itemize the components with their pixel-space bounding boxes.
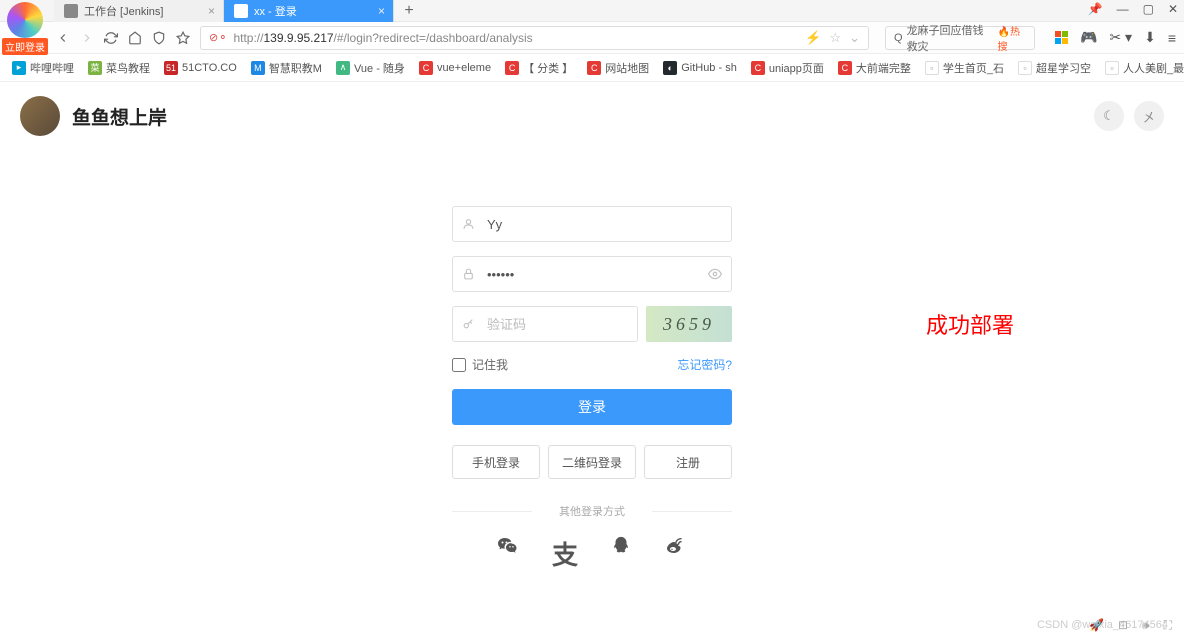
captcha-row: 3659: [452, 306, 732, 342]
bookmark-item[interactable]: 菜菜鸟教程: [84, 58, 154, 78]
new-tab-button[interactable]: +: [394, 0, 424, 22]
user-icon: [462, 218, 475, 231]
forgot-password-link[interactable]: 忘记密码?: [677, 356, 732, 373]
bookmarks-bar: ▸哔哩哔哩 菜菜鸟教程 5151CTO.CО M智慧职教M ∧Vue - 随身 …: [0, 54, 1184, 82]
tab-title: xx - 登录: [254, 3, 297, 19]
bookmark-item[interactable]: C【 分类 】: [501, 58, 577, 78]
phone-login-button[interactable]: 手机登录: [452, 445, 540, 479]
bookmark-item[interactable]: ▫超星学习空: [1014, 58, 1095, 78]
reload-icon[interactable]: [104, 31, 118, 45]
bookmark-item[interactable]: ▸哔哩哔哩: [8, 58, 78, 78]
remember-checkbox-label[interactable]: 记住我: [452, 356, 508, 373]
tab-bar: 工作台 [Jenkins] × xx - 登录 × + 📌 — ▢ ✕: [0, 0, 1184, 22]
tab-login[interactable]: xx - 登录 ×: [224, 0, 394, 22]
qq-icon[interactable]: [610, 535, 632, 572]
success-annotation: 成功部署: [926, 308, 1014, 340]
search-placeholder: 龙麻子回应借钱救灾: [907, 22, 994, 54]
close-icon[interactable]: ×: [208, 4, 215, 18]
bookmark-star-icon[interactable]: ☆: [829, 30, 841, 46]
bookmark-item[interactable]: ▫人人美剧_最: [1101, 58, 1184, 78]
page-title: 鱼鱼想上岸: [72, 103, 167, 130]
bookmark-item[interactable]: ∧Vue - 随身: [332, 58, 409, 78]
shield-icon[interactable]: [152, 31, 166, 45]
hot-badge: 🔥热搜: [998, 23, 1027, 53]
chevron-down-icon[interactable]: ⌄: [849, 30, 860, 46]
password-input[interactable]: [452, 256, 732, 292]
tab-title: 工作台 [Jenkins]: [84, 3, 163, 19]
login-panel: 3659 记住我 忘记密码? 登录 手机登录 二维码登录 注册 其他登录方式 支: [452, 206, 732, 572]
gamepad-icon[interactable]: 🎮: [1080, 29, 1097, 46]
star-icon[interactable]: [176, 31, 190, 45]
tab-favicon-icon: [64, 4, 78, 18]
weibo-icon[interactable]: [664, 535, 688, 572]
lock-icon: [462, 268, 475, 281]
captcha-field: [452, 306, 638, 342]
lightning-icon[interactable]: ⚡: [805, 30, 821, 46]
rocket-icon[interactable]: 🚀: [1089, 618, 1104, 632]
download-icon[interactable]: ⬇: [1144, 29, 1156, 46]
alt-login-buttons: 手机登录 二维码登录 注册: [452, 445, 732, 479]
bookmark-item[interactable]: Cvue+eleme: [415, 59, 495, 77]
bookmark-item[interactable]: ◐GitHub - sh: [659, 59, 741, 77]
captcha-input[interactable]: [452, 306, 638, 342]
wechat-icon[interactable]: [496, 535, 520, 572]
other-login-section: 其他登录方式 支: [452, 503, 732, 572]
bookmark-item[interactable]: M智慧职教M: [247, 58, 326, 78]
home-icon[interactable]: [128, 31, 142, 45]
minimize-icon[interactable]: —: [1117, 2, 1129, 16]
pin-icon[interactable]: 📌: [1088, 2, 1103, 16]
search-box[interactable]: Q 龙麻子回应借钱救灾 🔥热搜: [885, 26, 1035, 50]
login-button[interactable]: 登录: [452, 389, 732, 425]
site-brand[interactable]: 鱼鱼想上岸: [20, 96, 167, 136]
speaker-icon[interactable]: 🕪: [1142, 618, 1150, 633]
qr-login-button[interactable]: 二维码登录: [548, 445, 636, 479]
navbar: ⊘⚬ http://139.9.95.217/#/login?redirect=…: [0, 22, 1184, 54]
maximize-icon[interactable]: ▢: [1143, 2, 1154, 16]
password-field: [452, 256, 732, 292]
other-login-divider: 其他登录方式: [452, 503, 732, 519]
monitor-icon[interactable]: ⊡: [1118, 618, 1128, 632]
url-text: http://139.9.95.217/#/login?redirect=/da…: [233, 31, 805, 45]
scissors-icon[interactable]: ✂ ▾: [1109, 29, 1132, 46]
theme-toggle-button[interactable]: ☾: [1094, 101, 1124, 131]
back-icon[interactable]: [56, 31, 70, 45]
page-header: 鱼鱼想上岸 ☾ 㐅: [0, 82, 1184, 150]
statusbar: 🚀 ⊡ 🕪 ⛶: [0, 615, 1184, 635]
bookmark-item[interactable]: 5151CTO.CО: [160, 59, 241, 77]
microsoft-icon[interactable]: [1055, 31, 1068, 44]
language-button[interactable]: 㐅: [1134, 101, 1164, 131]
lock-icon: ⊘⚬: [209, 31, 227, 44]
expand-icon[interactable]: ⛶: [1164, 618, 1172, 633]
alipay-icon[interactable]: 支: [552, 535, 578, 572]
tab-jenkins[interactable]: 工作台 [Jenkins] ×: [54, 0, 224, 22]
menu-icon[interactable]: ≡: [1168, 30, 1176, 46]
register-button[interactable]: 注册: [644, 445, 732, 479]
login-badge[interactable]: 立即登录: [2, 38, 48, 55]
username-field: [452, 206, 732, 242]
avatar: [20, 96, 60, 136]
captcha-image[interactable]: 3659: [646, 306, 732, 342]
bookmark-item[interactable]: C网站地图: [583, 58, 653, 78]
tab-favicon-icon: [234, 4, 248, 18]
social-icons: 支: [452, 535, 732, 572]
close-window-icon[interactable]: ✕: [1168, 2, 1178, 16]
eye-icon[interactable]: [708, 267, 722, 281]
key-icon: [462, 318, 475, 331]
url-bar[interactable]: ⊘⚬ http://139.9.95.217/#/login?redirect=…: [200, 26, 869, 50]
forward-icon[interactable]: [80, 31, 94, 45]
bookmark-item[interactable]: Cuniapp页面: [747, 58, 828, 78]
bookmark-item[interactable]: ▫学生首页_石: [921, 58, 1008, 78]
search-icon: Q: [894, 32, 903, 44]
bookmark-item[interactable]: C大前端完整: [834, 58, 915, 78]
remember-row: 记住我 忘记密码?: [452, 356, 732, 373]
moon-icon: ☾: [1103, 108, 1115, 124]
username-input[interactable]: [452, 206, 732, 242]
window-controls: 📌 — ▢ ✕: [1088, 2, 1178, 16]
close-icon[interactable]: ×: [378, 4, 385, 18]
translate-icon: 㐅: [1142, 107, 1155, 126]
remember-checkbox[interactable]: [452, 358, 466, 372]
